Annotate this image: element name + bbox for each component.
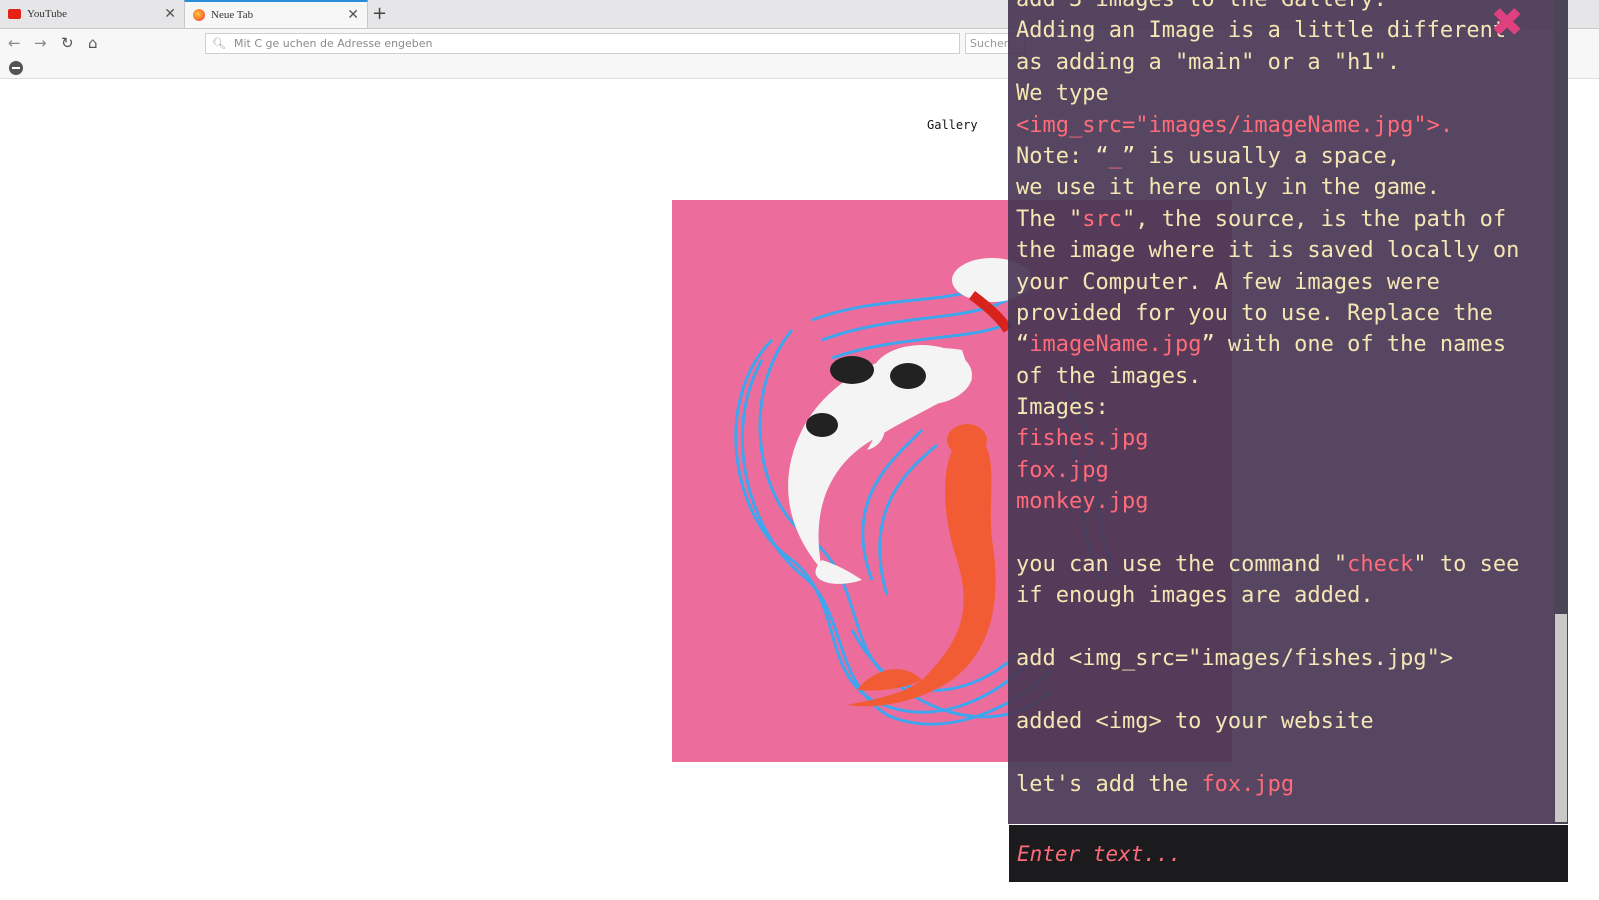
terminal-line: Adding an Image is a little different bbox=[1016, 15, 1519, 46]
command-input[interactable] bbox=[1009, 825, 1568, 882]
terminal-text: as adding a "main" or a "h1". bbox=[1016, 49, 1401, 75]
command-input-area bbox=[1009, 825, 1568, 882]
highlighted-text: monkey.jpg bbox=[1016, 489, 1149, 515]
close-tab-icon[interactable]: ✕ bbox=[164, 6, 176, 22]
terminal-line: fox.jpg bbox=[1016, 455, 1519, 486]
terminal-line: we use it here only in the game. bbox=[1016, 172, 1519, 203]
terminal-text: your Computer. A few images were bbox=[1016, 269, 1440, 295]
terminal-line: add <img_src="images/fishes.jpg"> bbox=[1016, 643, 1519, 674]
terminal-text: we use it here only in the game. bbox=[1016, 175, 1440, 201]
terminal-line: provided for you to use. Replace the bbox=[1016, 298, 1519, 329]
tab-label: Neue Tab bbox=[211, 9, 254, 21]
new-tab-button[interactable]: + bbox=[372, 3, 387, 24]
terminal-output: add 3 images to the Gallery. Adding an Im… bbox=[1016, 0, 1519, 800]
tab-new[interactable]: Neue Tab ✕ bbox=[184, 0, 368, 28]
close-icon[interactable]: ✖ bbox=[1488, 3, 1526, 43]
terminal-text: We type bbox=[1016, 81, 1109, 107]
terminal-text: let's add the bbox=[1016, 771, 1202, 797]
terminal-text: add 3 images to the Gallery. bbox=[1016, 0, 1387, 12]
terminal-text: Images: bbox=[1016, 395, 1109, 421]
terminal-line: Images: bbox=[1016, 392, 1519, 423]
terminal-text: ” is usually a space, bbox=[1121, 143, 1401, 169]
terminal-text: provided for you to use. Replace the bbox=[1016, 300, 1493, 326]
search-icon: 🔍︎ bbox=[212, 37, 226, 50]
terminal-text: of the images. bbox=[1016, 363, 1202, 389]
terminal-text: add <img_src="images/fishes.jpg"> bbox=[1016, 646, 1454, 672]
firefox-favicon-icon bbox=[193, 9, 205, 21]
terminal-line: We type bbox=[1016, 78, 1519, 109]
terminal-line: “imageName.jpg” with one of the names bbox=[1016, 329, 1519, 360]
tab-label: YouTube bbox=[27, 8, 68, 20]
terminal-line: the image where it is saved locally on bbox=[1016, 235, 1519, 266]
highlighted-text: _ bbox=[1108, 143, 1122, 169]
terminal-line: monkey.jpg bbox=[1016, 486, 1519, 517]
terminal-line: let's add the fox.jpg bbox=[1016, 769, 1519, 800]
close-tab-icon[interactable]: ✕ bbox=[347, 7, 359, 23]
terminal-line: added <img> to your website bbox=[1016, 706, 1519, 737]
back-arrow-icon[interactable]: ← bbox=[8, 34, 21, 52]
forward-arrow-icon[interactable]: → bbox=[34, 34, 47, 52]
terminal-text: the image where it is saved locally on bbox=[1016, 238, 1520, 264]
game-terminal: add 3 images to the Gallery. Adding an Im… bbox=[1008, 0, 1554, 824]
url-bar[interactable]: 🔍︎ Mit C ge uchen de Adresse engeben bbox=[205, 33, 960, 54]
reload-icon[interactable]: ↻ bbox=[61, 34, 74, 52]
url-placeholder: Mit C ge uchen de Adresse engeben bbox=[233, 37, 433, 50]
terminal-line: as adding a "main" or a "h1". bbox=[1016, 47, 1519, 78]
highlighted-text: fishes.jpg bbox=[1016, 426, 1149, 452]
blocked-icon[interactable] bbox=[9, 61, 23, 75]
terminal-line: <img_src="images/imageName.jpg">. bbox=[1016, 110, 1519, 141]
tab-youtube[interactable]: YouTube ✕ bbox=[0, 0, 184, 28]
terminal-text: ", the source, is the path of bbox=[1121, 206, 1507, 232]
nav-link-gallery[interactable]: Gallery bbox=[927, 118, 978, 132]
terminal-text: added <img> to your website bbox=[1016, 708, 1374, 734]
terminal-text: Adding an Image is a little different bbox=[1016, 18, 1507, 44]
terminal-text: The " bbox=[1016, 206, 1083, 232]
home-icon[interactable]: ⌂ bbox=[88, 34, 98, 52]
terminal-text: ” with one of the names bbox=[1201, 332, 1507, 358]
terminal-line: your Computer. A few images were bbox=[1016, 267, 1519, 298]
highlighted-text: <img_src="images/imageName.jpg">. bbox=[1016, 112, 1454, 138]
highlighted-text: fox.jpg bbox=[1201, 771, 1295, 797]
terminal-line: The "src", the source, is the path of bbox=[1016, 204, 1519, 235]
terminal-line: Note: “_” is usually a space, bbox=[1016, 141, 1519, 172]
terminal-line: if enough images are added. bbox=[1016, 580, 1519, 611]
terminal-line: you can use the command "check" to see bbox=[1016, 549, 1519, 580]
terminal-line: add 3 images to the Gallery. bbox=[1016, 0, 1519, 15]
highlighted-text: fox.jpg bbox=[1016, 457, 1109, 483]
highlighted-text: imageName.jpg bbox=[1029, 332, 1202, 358]
terminal-text: " to see bbox=[1413, 552, 1520, 578]
terminal-text: you can use the command " bbox=[1016, 552, 1348, 578]
youtube-favicon-icon bbox=[8, 9, 21, 19]
search-placeholder: Suchen bbox=[970, 37, 1011, 50]
terminal-scroll-thumb[interactable] bbox=[1555, 614, 1567, 822]
terminal-text: Note: “ bbox=[1016, 143, 1109, 169]
terminal-line: fishes.jpg bbox=[1016, 423, 1519, 454]
terminal-line: of the images. bbox=[1016, 361, 1519, 392]
highlighted-text: src bbox=[1082, 206, 1122, 232]
terminal-text: “ bbox=[1016, 332, 1030, 358]
terminal-text: if enough images are added. bbox=[1016, 583, 1374, 609]
highlighted-text: check bbox=[1347, 552, 1414, 578]
